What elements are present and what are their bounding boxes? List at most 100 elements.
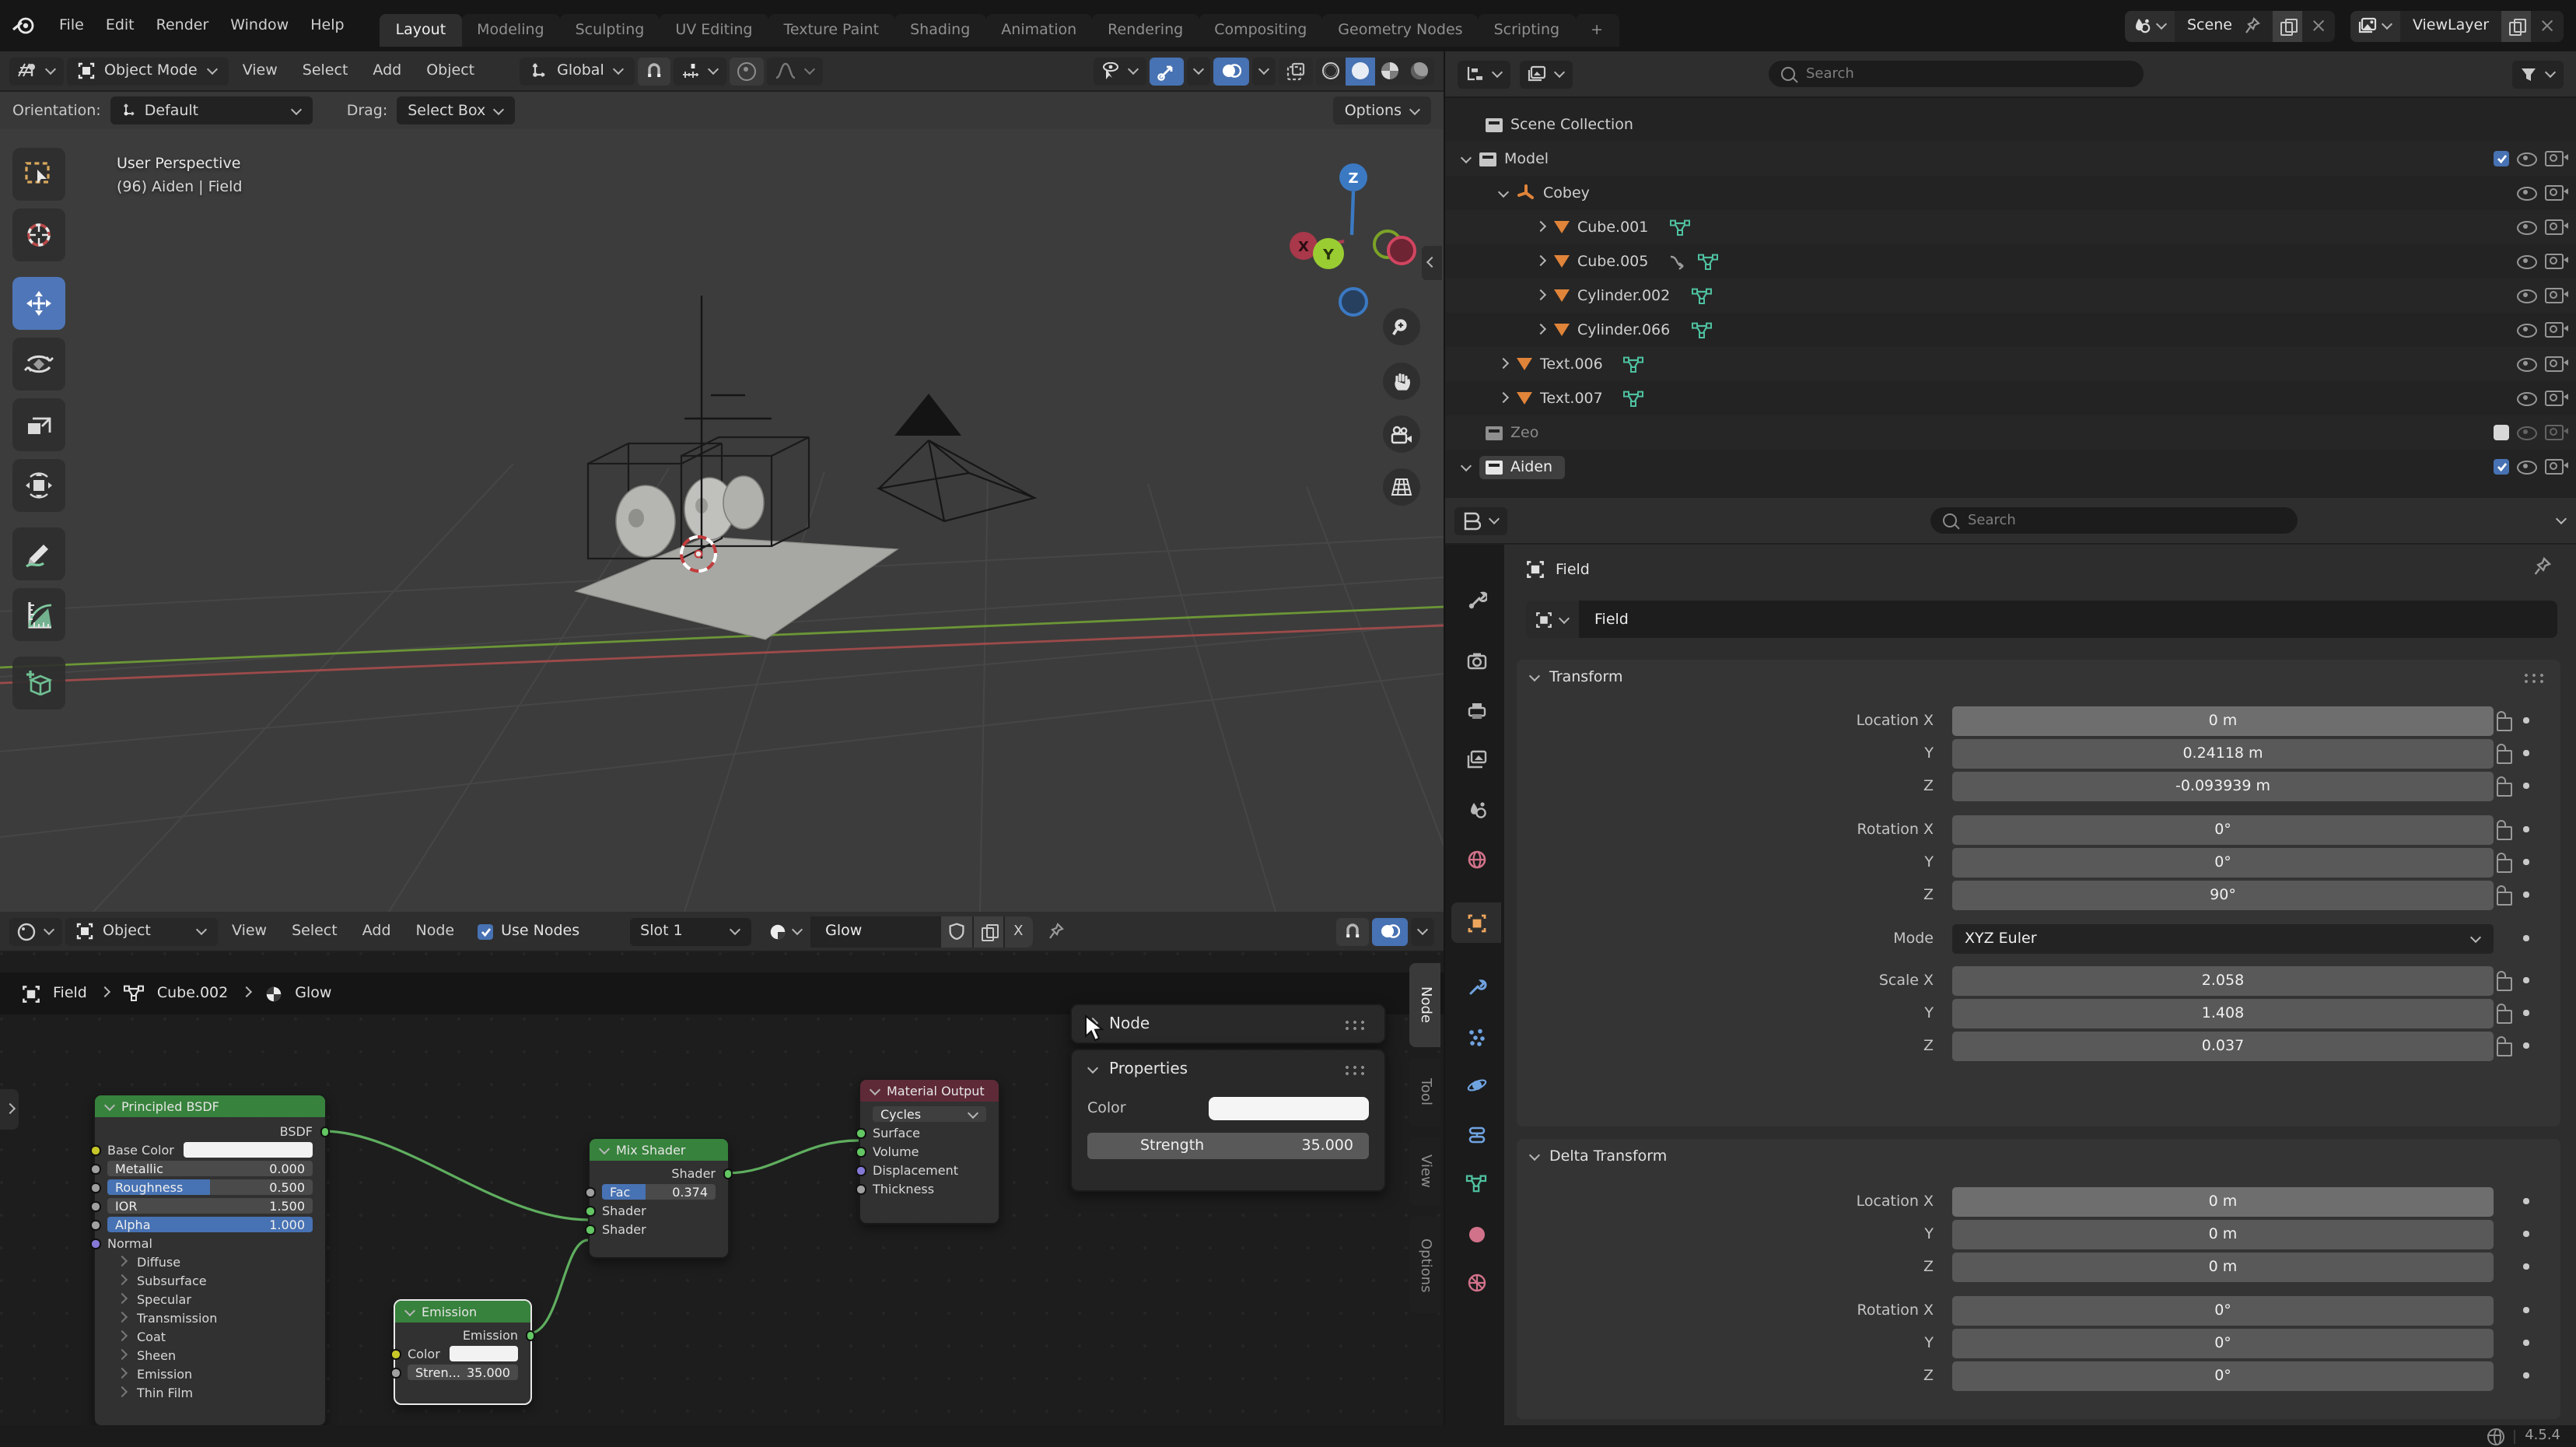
tool-move[interactable] <box>12 277 65 330</box>
animate-dot-icon[interactable] <box>2524 1043 2529 1049</box>
section-specular[interactable]: Specular <box>95 1290 325 1309</box>
shader-overlays-dropdown[interactable] <box>1411 917 1434 945</box>
socket-emission-color[interactable] <box>390 1349 401 1359</box>
properties-options-chevron[interactable] <box>2556 513 2567 524</box>
outliner-row-cylinder-002[interactable]: Cylinder.002 <box>1445 279 2576 313</box>
fac-slider[interactable]: Fac0.374 <box>602 1184 716 1200</box>
sidetab-node[interactable]: Node <box>1409 963 1440 1047</box>
workspace-tab-compositing[interactable]: Compositing <box>1199 14 1322 47</box>
tab-object[interactable] <box>1451 902 1501 943</box>
section-transmission[interactable]: Transmission <box>95 1309 325 1327</box>
expand-icon[interactable] <box>1535 289 1546 300</box>
menu-help[interactable]: Help <box>299 17 355 34</box>
lock-icon[interactable] <box>2497 716 2512 731</box>
tab-render[interactable] <box>1451 641 1501 681</box>
socket-shader-input-1[interactable] <box>585 1206 595 1216</box>
properties-search[interactable] <box>1930 507 2298 534</box>
scene-name[interactable]: Scene <box>2175 17 2273 34</box>
animate-dot-icon[interactable] <box>2524 827 2529 832</box>
lock-icon[interactable] <box>2497 1009 2512 1023</box>
hide-eye-icon[interactable] <box>2517 460 2537 474</box>
socket-base-color[interactable] <box>90 1145 100 1155</box>
tab-material[interactable] <box>1451 1214 1501 1254</box>
node-canvas[interactable]: Field Cube.002 Glow Prin <box>0 952 1444 1425</box>
add-workspace-button[interactable]: + <box>1575 14 1619 47</box>
sidetab-tool[interactable]: Tool <box>1409 1058 1440 1126</box>
expand-icon[interactable] <box>1461 152 1472 163</box>
animate-dot-icon[interactable] <box>2524 1340 2529 1346</box>
material-slot-dropdown[interactable]: Slot 1 <box>629 917 751 945</box>
pin-icon[interactable] <box>2245 17 2260 34</box>
shading-rendered-button[interactable] <box>1405 57 1434 85</box>
lock-icon[interactable] <box>2497 976 2512 990</box>
hide-eye-icon[interactable] <box>2517 186 2537 200</box>
tab-physics[interactable] <box>1451 1064 1501 1105</box>
tab-world[interactable] <box>1451 839 1501 879</box>
panel-grip-icon[interactable] <box>1344 1018 1369 1029</box>
section-subsurface[interactable]: Subsurface <box>95 1271 325 1290</box>
tool-transform[interactable] <box>12 459 65 512</box>
rotation-y-field[interactable]: 0° <box>1952 847 2494 877</box>
blender-logo-icon[interactable] <box>12 11 36 40</box>
workspace-tab-rendering[interactable]: Rendering <box>1092 14 1199 47</box>
socket-thickness[interactable] <box>856 1184 866 1194</box>
viewport-canvas[interactable]: User Perspective (96) Aiden | Field <box>0 129 1444 912</box>
tab-particles[interactable] <box>1451 1016 1501 1056</box>
hide-eye-icon[interactable] <box>2517 289 2537 303</box>
animate-dot-icon[interactable] <box>2524 936 2529 941</box>
scene-browse-button[interactable] <box>2125 10 2175 41</box>
panel-grip-icon[interactable] <box>1344 1064 1369 1075</box>
scale-z-field[interactable]: 0.037 <box>1952 1031 2494 1060</box>
node-material-output[interactable]: Material Output Cycles Surface Volume <box>859 1078 1000 1225</box>
animate-dot-icon[interactable] <box>2524 860 2529 865</box>
orientation-value-dropdown[interactable]: Default <box>110 96 313 124</box>
socket-volume[interactable] <box>856 1147 866 1157</box>
viewport-menu-add[interactable]: Add <box>362 62 412 79</box>
exclude-checkbox[interactable] <box>2494 459 2509 475</box>
view-layer-new-button[interactable] <box>2501 10 2531 41</box>
material-new-button[interactable] <box>973 916 1003 947</box>
workspace-tab-uv-editing[interactable]: UV Editing <box>660 14 768 47</box>
shading-solid-button[interactable] <box>1346 57 1375 85</box>
exclude-checkbox[interactable] <box>2494 425 2509 440</box>
ior-slider[interactable]: IOR1.500 <box>107 1198 313 1214</box>
socket-shader-input-2[interactable] <box>585 1225 595 1235</box>
panel-color-swatch[interactable] <box>1209 1097 1369 1120</box>
shader-menu-view[interactable]: View <box>221 923 278 940</box>
tab-object-data[interactable] <box>1451 1164 1501 1204</box>
outliner-row-aiden[interactable]: Aiden <box>1445 450 2576 484</box>
node-header[interactable]: Emission <box>395 1301 530 1323</box>
outliner-row-cube-001[interactable]: Cube.001 <box>1445 210 2576 244</box>
location-x-field[interactable]: 0 m <box>1952 706 2494 735</box>
tool-measure[interactable] <box>12 588 65 641</box>
workspace-tab-layout[interactable]: Layout <box>380 14 462 47</box>
base-color-swatch[interactable] <box>184 1142 313 1158</box>
panel-grip-icon[interactable] <box>2523 672 2548 683</box>
animate-dot-icon[interactable] <box>2524 978 2529 983</box>
hide-eye-icon[interactable] <box>2517 152 2537 166</box>
outliner-filter-dropdown[interactable] <box>1520 60 1573 88</box>
tab-output[interactable] <box>1451 691 1501 731</box>
disable-render-icon[interactable] <box>2545 322 2564 338</box>
target-dropdown[interactable]: Cycles <box>873 1106 986 1123</box>
lock-icon[interactable] <box>2497 825 2512 839</box>
emission-strength-slider[interactable]: Stren...35.000 <box>408 1365 518 1381</box>
expand-icon[interactable] <box>1498 391 1509 402</box>
hide-eye-icon[interactable] <box>2517 220 2537 234</box>
shading-material-button[interactable] <box>1375 57 1405 85</box>
lock-icon[interactable] <box>2497 782 2512 796</box>
animate-dot-icon[interactable] <box>2524 1308 2529 1313</box>
shader-editor-type-button[interactable] <box>9 917 62 945</box>
outliner-row-scene-collection[interactable]: Scene Collection <box>1445 107 2576 142</box>
tool-select-box[interactable] <box>12 148 65 201</box>
animate-dot-icon[interactable] <box>2524 1373 2529 1379</box>
viewport-menu-object[interactable]: Object <box>415 62 485 79</box>
outliner-row-text-006[interactable]: Text.006 <box>1445 347 2576 381</box>
outliner-filter-funnel-dropdown[interactable] <box>2512 60 2564 88</box>
toggle-ortho-button[interactable] <box>1383 468 1420 506</box>
disable-render-icon[interactable] <box>2545 254 2564 269</box>
overlays-toggle[interactable] <box>1213 57 1249 85</box>
rotation-z-field[interactable]: 90° <box>1952 880 2494 909</box>
menu-file[interactable]: File <box>48 17 95 34</box>
snap-toggle[interactable] <box>639 57 671 85</box>
